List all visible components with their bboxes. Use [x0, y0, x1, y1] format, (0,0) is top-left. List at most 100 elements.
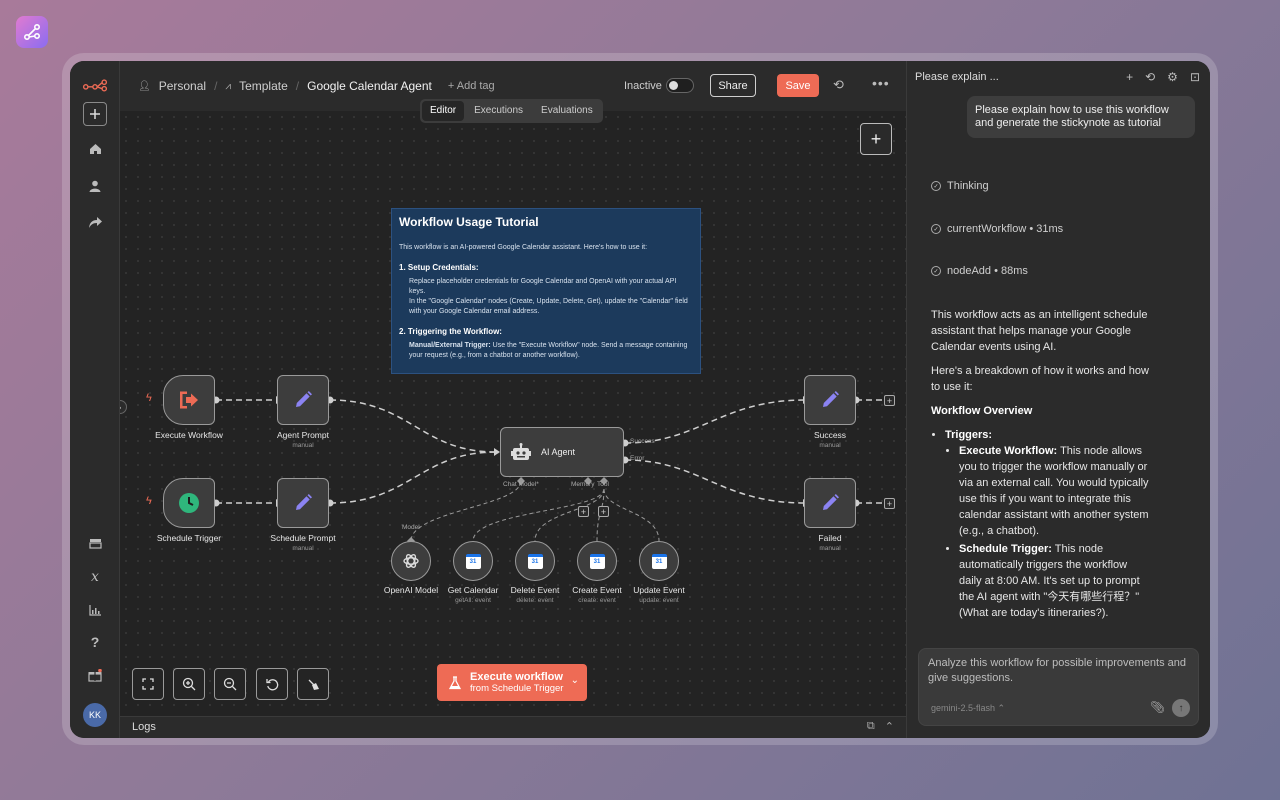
avatar[interactable]: KK — [83, 703, 107, 727]
port-label-memory: Memory — [571, 481, 595, 488]
sticky-intro: This workflow is an AI-powered Google Ca… — [399, 244, 648, 251]
node-subtitle: manual — [819, 545, 841, 552]
clock-icon — [179, 493, 199, 513]
google-calendar-icon: 31 — [651, 553, 667, 569]
step-item[interactable]: ✓ Thinking — [931, 180, 989, 192]
home-icon[interactable] — [83, 137, 107, 161]
list-item: Execute Workflow: This node allows you t… — [959, 443, 1151, 539]
create-plus-button[interactable] — [83, 102, 107, 126]
tab-editor[interactable]: Editor — [422, 101, 465, 121]
chat-input-text[interactable]: Analyze this workflow for possible impro… — [928, 656, 1192, 686]
active-toggle[interactable] — [666, 78, 694, 93]
execute-workflow-icon — [180, 391, 198, 409]
popout-icon[interactable]: ⧉ — [867, 720, 875, 733]
execute-workflow-button[interactable]: Execute workflow from Schedule Trigger ⌄ — [437, 664, 587, 701]
save-button[interactable]: Save — [777, 74, 819, 97]
chevron-up-icon[interactable]: ⌃ — [885, 720, 894, 733]
sticky-section-heading: 2. Triggering the Workflow: — [399, 327, 502, 336]
execute-button-sublabel: from Schedule Trigger — [470, 682, 564, 694]
fit-view-icon — [142, 678, 154, 690]
gift-icon[interactable] — [83, 663, 107, 687]
workflow-title[interactable]: Google Calendar Agent — [307, 79, 432, 93]
step-label: nodeAdd • 88ms — [947, 265, 1028, 277]
chevron-up-icon: ⌃ — [997, 703, 1006, 713]
node-label: Execute Workflow — [155, 430, 223, 440]
node-subtitle: update: event — [639, 597, 679, 604]
reset-zoom-button[interactable] — [256, 668, 288, 700]
pencil-icon — [296, 494, 312, 510]
node-label: Schedule Prompt — [270, 533, 336, 543]
model-name: gemini-2.5-flash — [931, 703, 996, 713]
node-failed[interactable] — [804, 478, 856, 528]
node-schedule-trigger[interactable] — [163, 478, 215, 528]
tab-executions[interactable]: Executions — [466, 101, 531, 121]
node-delete-event[interactable]: 31 — [515, 541, 555, 581]
new-chat-plus-icon[interactable]: + — [1126, 70, 1133, 84]
model-selector[interactable]: gemini-2.5-flash ⌃ — [931, 703, 1005, 714]
node-create-event[interactable]: 31 — [577, 541, 617, 581]
add-node-button[interactable]: + — [860, 123, 892, 155]
logs-bar[interactable]: Logs ⧉ ⌃ — [120, 716, 906, 738]
n8n-logo-icon[interactable] — [83, 73, 107, 97]
history-icon[interactable]: ⟲ — [833, 77, 844, 93]
breadcrumb: 👤︎ Personal / ⩘ Template / Google Calend… — [138, 79, 495, 93]
node-update-event[interactable]: 31 — [639, 541, 679, 581]
settings-sliders-icon[interactable]: ⚙︎ — [1167, 70, 1178, 84]
workflow-canvas[interactable]: + Workflow Usage Tutorial This workflow … — [120, 111, 906, 716]
step-item[interactable]: ✓ nodeAdd • 88ms — [931, 265, 1028, 277]
node-schedule-prompt[interactable] — [277, 478, 329, 528]
send-button[interactable]: ↑ — [1172, 699, 1190, 717]
add-next-node-button[interactable]: + — [884, 395, 895, 406]
tidy-up-button[interactable] — [297, 668, 329, 700]
sidebar: 𝑥 ? KK — [70, 61, 120, 738]
answer-sublist: Execute Workflow: This node allows you t… — [945, 443, 1151, 621]
logs-controls: ⧉ ⌃ — [867, 720, 894, 733]
templates-icon[interactable] — [83, 531, 107, 555]
close-panel-icon[interactable]: ⊡ — [1190, 70, 1200, 84]
tab-evaluations[interactable]: Evaluations — [533, 101, 601, 121]
share-button[interactable]: Share — [710, 74, 756, 97]
list-item-heading: Triggers: — [945, 429, 993, 441]
sticky-note[interactable]: Workflow Usage Tutorial This workflow is… — [391, 208, 701, 374]
flask-icon — [449, 675, 461, 689]
add-tag-button[interactable]: + Add tag — [448, 80, 495, 92]
chevron-down-icon[interactable]: ⌄ — [571, 675, 579, 686]
breadcrumb-separator: / — [295, 79, 300, 93]
logs-label: Logs — [132, 721, 156, 733]
answer-heading-text: Workflow Overview — [931, 405, 1033, 417]
breadcrumb-personal[interactable]: Personal — [159, 79, 206, 93]
add-memory-button[interactable]: + — [578, 506, 589, 517]
user-icon[interactable] — [83, 174, 107, 198]
node-execute-workflow[interactable] — [163, 375, 215, 425]
add-tool-button[interactable]: + — [598, 506, 609, 517]
answer-paragraph: This workflow acts as an intelligent sch… — [931, 309, 1148, 353]
insights-icon[interactable] — [83, 598, 107, 622]
editor-tabs: Editor Executions Evaluations — [420, 99, 603, 123]
openai-icon — [403, 554, 419, 568]
zoom-out-icon — [223, 677, 237, 691]
chat-input[interactable]: Analyze this workflow for possible impro… — [918, 648, 1199, 726]
zoom-in-button[interactable] — [173, 668, 205, 700]
list-item-text: This node allows you to trigger the work… — [959, 445, 1149, 537]
node-openai-model[interactable] — [391, 541, 431, 581]
node-get-calendar[interactable]: 31 — [453, 541, 493, 581]
history-icon[interactable]: ⟲ — [1145, 70, 1155, 84]
zoom-out-button[interactable] — [214, 668, 246, 700]
breadcrumb-template[interactable]: Template — [239, 79, 288, 93]
paperclip-icon[interactable]: 📎︎ — [1150, 700, 1165, 714]
variables-icon[interactable]: 𝑥 — [83, 565, 107, 589]
node-agent-prompt[interactable] — [277, 375, 329, 425]
fit-view-button[interactable] — [132, 668, 164, 700]
connections-layer — [212, 396, 882, 545]
node-ai-agent[interactable]: AI Agent — [500, 427, 624, 477]
step-item[interactable]: ✓ currentWorkflow • 31ms — [931, 223, 1063, 235]
more-options-icon[interactable]: ••• — [872, 75, 890, 91]
help-icon[interactable]: ? — [83, 630, 107, 654]
share-arrow-icon[interactable] — [83, 210, 107, 234]
add-next-node-button[interactable]: + — [884, 498, 895, 509]
trigger-bolt-icon: ϟ — [146, 495, 152, 507]
node-label: Delete Event — [510, 585, 560, 595]
node-success[interactable] — [804, 375, 856, 425]
broom-icon — [308, 679, 319, 690]
app-logo-icon[interactable] — [16, 16, 48, 48]
